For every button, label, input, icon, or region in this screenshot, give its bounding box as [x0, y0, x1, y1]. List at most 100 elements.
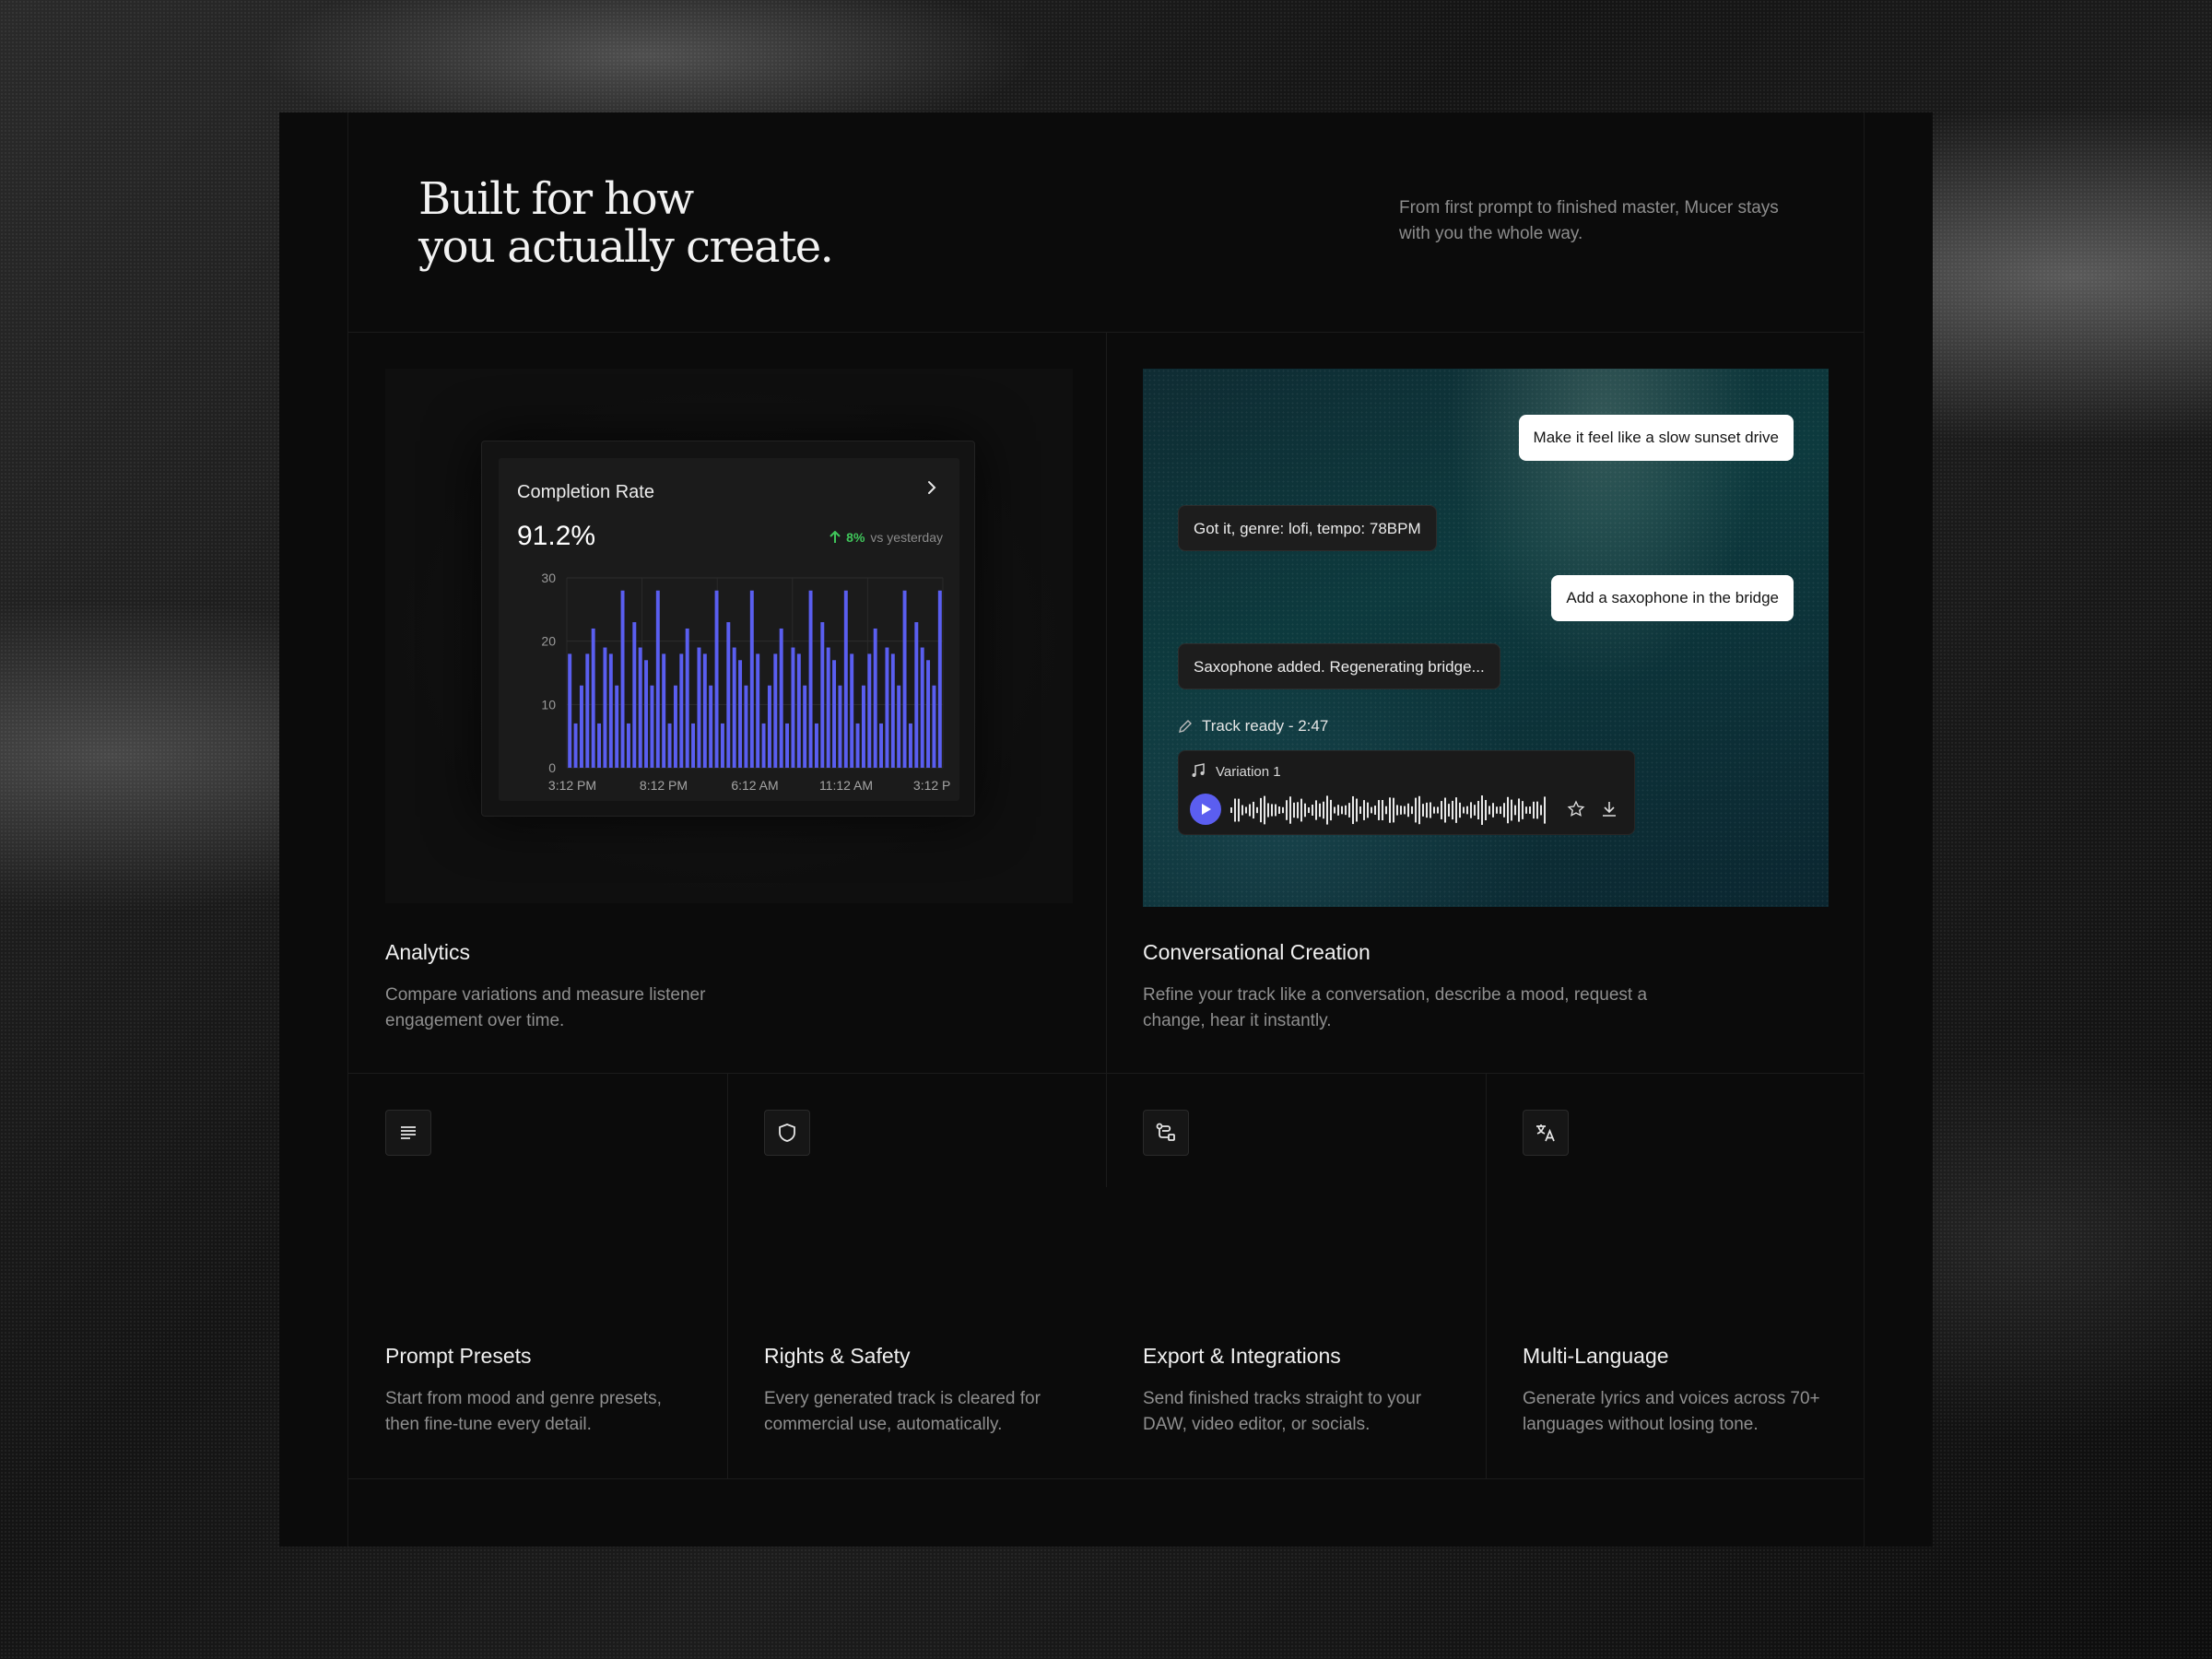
chart-bar	[773, 653, 778, 768]
waveform-bar	[1536, 801, 1538, 819]
waveform-bar	[1359, 806, 1361, 815]
waveform-bar	[1500, 806, 1501, 815]
chat-message-user: Make it feel like a slow sunset drive	[1518, 415, 1794, 461]
waveform-bar	[1522, 801, 1524, 819]
chart-bar	[873, 628, 877, 768]
headline-line-1: Built for how	[418, 173, 694, 225]
chart-bar	[650, 685, 654, 768]
waveform-bar	[1389, 797, 1391, 823]
chat-message-bot: Got it, genre: lofi, tempo: 78BPM	[1178, 505, 1437, 551]
chart-bar	[738, 660, 743, 768]
section-grid: Built for how you actually create. From …	[347, 112, 1865, 1547]
chart-bar	[603, 647, 607, 768]
waveform-bar	[1275, 804, 1277, 817]
waveform[interactable]	[1230, 794, 1553, 827]
chart-bar	[568, 653, 572, 768]
chart-bar	[897, 685, 901, 768]
chart-bar	[779, 628, 783, 768]
conversation-desc: Refine your track like a conversation, d…	[1143, 985, 1648, 1030]
track-ready-label: Track ready - 2:47	[1202, 717, 1329, 735]
waveform-bar	[1544, 796, 1546, 824]
y-tick-label: 0	[548, 760, 556, 775]
waveform-bar	[1407, 803, 1409, 818]
chevron-right-icon[interactable]	[923, 478, 941, 497]
waveform-bar	[1452, 800, 1453, 820]
chart-bar	[855, 723, 860, 768]
waveform-bar	[1540, 805, 1542, 816]
waveform-bar	[1238, 798, 1240, 822]
chart-bar	[615, 685, 619, 768]
chart-bar	[843, 590, 848, 768]
waveform-bar	[1507, 796, 1509, 824]
feature-desc: Start from mood and genre presets, then …	[385, 1389, 662, 1434]
chart-bar	[679, 653, 684, 768]
waveform-bar	[1312, 805, 1313, 816]
chart-bar	[702, 653, 707, 768]
delta-indicator: 8% vs yesterday	[830, 530, 943, 545]
chart-bar	[820, 622, 825, 768]
waveform-bar	[1345, 805, 1347, 816]
completion-rate-widget[interactable]: Completion Rate 91.2% 8% vs yesterday 0 1…	[481, 441, 975, 817]
analytics-title: Analytics	[385, 940, 471, 964]
waveform-bar	[1437, 806, 1439, 814]
waveform-bar	[1529, 806, 1531, 814]
waveform-bar	[1514, 805, 1516, 816]
features-section: Built for how you actually create. From …	[279, 112, 1933, 1547]
chart-bar	[626, 723, 630, 768]
play-button[interactable]	[1190, 794, 1221, 825]
feature-desc: Generate lyrics and voices across 70+ la…	[1523, 1389, 1820, 1434]
pencil-icon	[1179, 720, 1192, 733]
waveform-bar	[1533, 801, 1535, 819]
chart-bar	[791, 647, 795, 768]
x-tick-label: 11:12 AM	[819, 778, 873, 793]
waveform-bar	[1477, 800, 1479, 820]
y-tick-label: 20	[541, 634, 556, 649]
chart-bar	[861, 685, 865, 768]
waveform-bar	[1448, 804, 1450, 817]
waveform-bar	[1286, 800, 1288, 820]
waveform-bar	[1503, 803, 1505, 818]
chart-bar	[785, 723, 790, 768]
waveform-bar	[1352, 795, 1354, 825]
waveform-bar	[1485, 799, 1487, 821]
chart-bar	[579, 685, 583, 768]
chart-bar	[720, 723, 724, 768]
waveform-bar	[1488, 806, 1490, 815]
chart-bar	[691, 723, 696, 768]
x-tick-label: 3:12 PM	[913, 778, 950, 793]
waveform-bar	[1459, 802, 1461, 818]
chart-bar	[714, 590, 719, 768]
download-icon[interactable]	[1599, 799, 1619, 819]
widget-title: Completion Rate	[517, 482, 654, 502]
waveform-bar	[1463, 806, 1465, 814]
waveform-bar	[1396, 805, 1398, 816]
waveform-bar	[1300, 798, 1302, 822]
x-tick-label: 3:12 PM	[548, 778, 596, 793]
waveform-bar	[1241, 805, 1243, 816]
section-subtext: From first prompt to finished master, Mu…	[1399, 198, 1779, 243]
y-tick-label: 30	[541, 571, 556, 585]
chart-bar	[879, 723, 884, 768]
chart-bar	[761, 723, 766, 768]
waveform-bar	[1323, 801, 1324, 819]
waveform-bar	[1348, 803, 1350, 818]
star-icon[interactable]	[1566, 799, 1586, 819]
waveform-bar	[1319, 803, 1321, 818]
chart-bar	[638, 647, 642, 768]
waveform-bar	[1260, 797, 1262, 823]
chart-bar	[697, 647, 701, 768]
waveform-bar	[1430, 802, 1431, 818]
chart-bar	[902, 590, 907, 768]
waveform-bar	[1308, 806, 1310, 814]
feature-desc: Send finished tracks straight to your DA…	[1143, 1389, 1422, 1434]
waveform-bar	[1466, 806, 1468, 815]
waveform-bar	[1441, 801, 1442, 819]
waveform-bar	[1245, 806, 1247, 814]
x-tick-label: 8:12 PM	[640, 778, 688, 793]
translate-icon	[1523, 1110, 1569, 1156]
waveform-bar	[1315, 800, 1317, 820]
waveform-bar	[1382, 799, 1383, 821]
waveform-bar	[1271, 804, 1273, 817]
chart-bar	[832, 660, 837, 768]
shield-icon	[764, 1110, 810, 1156]
